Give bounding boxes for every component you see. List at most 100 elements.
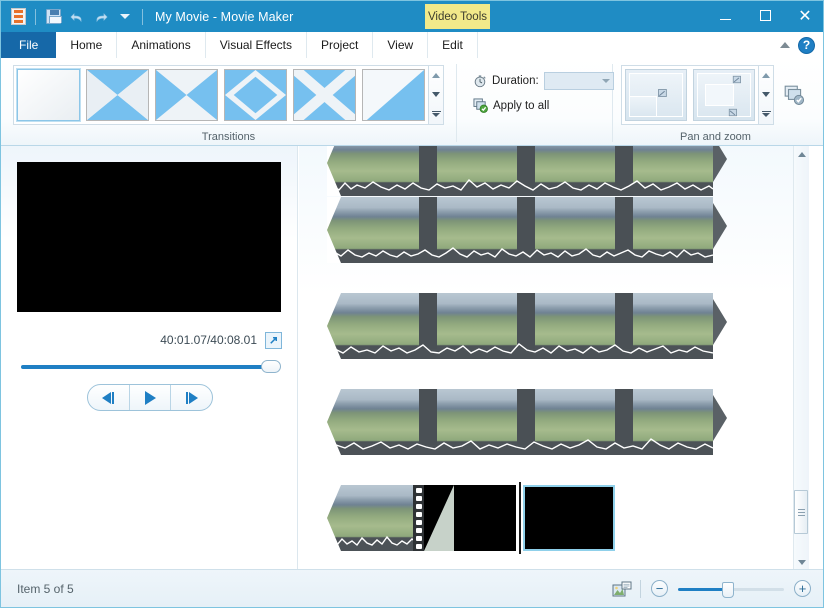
tab-home[interactable]: Home (56, 32, 117, 58)
video-clip-5[interactable] (327, 485, 423, 551)
help-icon[interactable]: ? (798, 37, 815, 54)
zoom-out-button[interactable]: − (651, 580, 668, 597)
status-item-count: Item 5 of 5 (1, 582, 74, 596)
duration-clock-icon (473, 74, 487, 88)
time-display: 40:01.07/40:08.01 (160, 333, 257, 347)
tab-animations[interactable]: Animations (117, 32, 205, 58)
chevron-up-icon[interactable] (780, 42, 790, 48)
tab-strip-filler (478, 32, 824, 58)
zoom-slider[interactable] (678, 581, 784, 597)
transition-diagonal-box-out[interactable] (293, 69, 356, 121)
pan-zoom-thumb-1[interactable] (625, 69, 687, 121)
save-icon[interactable] (42, 6, 64, 28)
close-button[interactable]: ✕ (785, 1, 824, 30)
storyboard-timeline[interactable] (299, 146, 809, 570)
group-title-pan-zoom: Pan and zoom (613, 128, 818, 146)
status-separator (640, 580, 641, 598)
transition-bowtie-horizontal[interactable] (155, 69, 218, 121)
movie-maker-icon[interactable] (7, 6, 29, 28)
title-bar: My Movie - Movie Maker ✕ (1, 1, 824, 32)
thumbnail-view-icon[interactable] (612, 581, 630, 597)
play-button[interactable] (129, 385, 171, 410)
zoom-in-button[interactable]: + (794, 580, 811, 597)
ribbon-group-pan-zoom: Pan and zoom (613, 58, 818, 146)
duration-control: Duration: (473, 72, 614, 90)
window-controls: ✕ (705, 1, 824, 32)
transition-none[interactable] (17, 69, 80, 121)
redo-icon[interactable] (90, 6, 112, 28)
pan-zoom-arrow-up-icon (730, 73, 743, 86)
video-clip-2[interactable] (327, 197, 713, 263)
gallery-scroll-up-icon[interactable] (432, 73, 440, 78)
pan-zoom-thumb-2[interactable] (693, 69, 755, 121)
duration-label: Duration: (492, 75, 539, 87)
tab-project[interactable]: Project (307, 32, 373, 58)
gallery-scroll-down-icon[interactable] (432, 92, 440, 97)
scroll-down-icon[interactable] (794, 554, 809, 570)
title-separator-1 (35, 9, 36, 25)
group-title-transitions: Transitions (1, 128, 456, 146)
clip-right-arrow (713, 395, 727, 441)
video-tools-contextual-label: Video Tools (425, 4, 490, 29)
transitions-gallery-scroll (429, 65, 444, 125)
minimize-button[interactable] (705, 1, 745, 30)
audio-waveform (327, 174, 713, 194)
scrollbar-thumb[interactable] (794, 490, 808, 534)
video-preview-surface[interactable] (17, 162, 281, 312)
apply-to-all-label: Apply to all (493, 100, 549, 112)
apply-to-all-button[interactable]: Apply to all (473, 98, 614, 113)
pan-zoom-gallery-scroll (759, 65, 774, 125)
pan-zoom-apply-all-icon[interactable] (780, 81, 808, 109)
pan-zoom-arrow-icon (655, 86, 669, 100)
video-clip-3[interactable] (327, 293, 713, 359)
tab-file[interactable]: File (1, 32, 56, 58)
preview-time-row: 40:01.07/40:08.01 (1, 328, 298, 352)
gallery-more-icon[interactable] (432, 111, 441, 117)
tab-visual-effects[interactable]: Visual Effects (206, 32, 307, 58)
clip-right-arrow (713, 203, 727, 249)
customize-quick-access-icon[interactable] (114, 6, 136, 28)
transition-diagonal-down-right[interactable] (362, 69, 425, 121)
movie-maker-window: My Movie - Movie Maker ✕ Video Tools Fil… (0, 0, 824, 608)
duration-combobox[interactable] (544, 72, 614, 90)
pan-zoom-scroll-up-icon[interactable] (762, 73, 770, 78)
zoom-track-empty (728, 588, 784, 591)
undo-icon[interactable] (66, 6, 88, 28)
seek-slider[interactable] (21, 360, 279, 374)
pan-zoom-arrow-down-icon (726, 106, 739, 119)
ribbon-tab-strip: File Home Animations Visual Effects Proj… (1, 32, 824, 58)
transitions-gallery (13, 65, 429, 125)
title-separator-2 (142, 9, 143, 25)
film-perforations (413, 485, 424, 551)
tab-edit[interactable]: Edit (428, 32, 478, 58)
zoom-slider-thumb[interactable] (722, 582, 734, 598)
next-frame-button[interactable] (170, 385, 212, 410)
fullscreen-icon[interactable] (265, 332, 282, 349)
black-clip-selected[interactable] (523, 485, 615, 551)
maximize-button[interactable] (745, 1, 785, 30)
transport-controls (87, 384, 213, 411)
clip-right-arrow (713, 146, 727, 182)
playhead-indicator[interactable] (519, 482, 521, 554)
seek-thumb[interactable] (261, 360, 281, 373)
pan-zoom-scroll-down-icon[interactable] (762, 92, 770, 97)
transition-diamond[interactable] (224, 69, 287, 121)
previous-frame-button[interactable] (88, 385, 129, 410)
video-clip-1[interactable] (327, 146, 713, 196)
scroll-up-icon[interactable] (794, 146, 809, 162)
pan-zoom-more-icon[interactable] (762, 111, 771, 117)
video-clip-4[interactable] (327, 389, 713, 455)
ribbon-right-controls: ? (780, 32, 819, 58)
audio-waveform (327, 433, 713, 453)
clip-right-arrow (713, 299, 727, 345)
chevron-down-icon[interactable] (602, 79, 610, 83)
audio-waveform (327, 241, 713, 261)
timeline-vertical-scrollbar[interactable] (793, 146, 809, 570)
status-bar-right: − + (612, 580, 824, 598)
audio-waveform (327, 337, 713, 357)
ribbon: Transitions Duration: (1, 58, 824, 146)
tab-view[interactable]: View (373, 32, 428, 58)
ribbon-group-transitions: Transitions (1, 58, 456, 146)
quick-access-toolbar (1, 1, 147, 32)
transition-cross-diagonal[interactable] (86, 69, 149, 121)
